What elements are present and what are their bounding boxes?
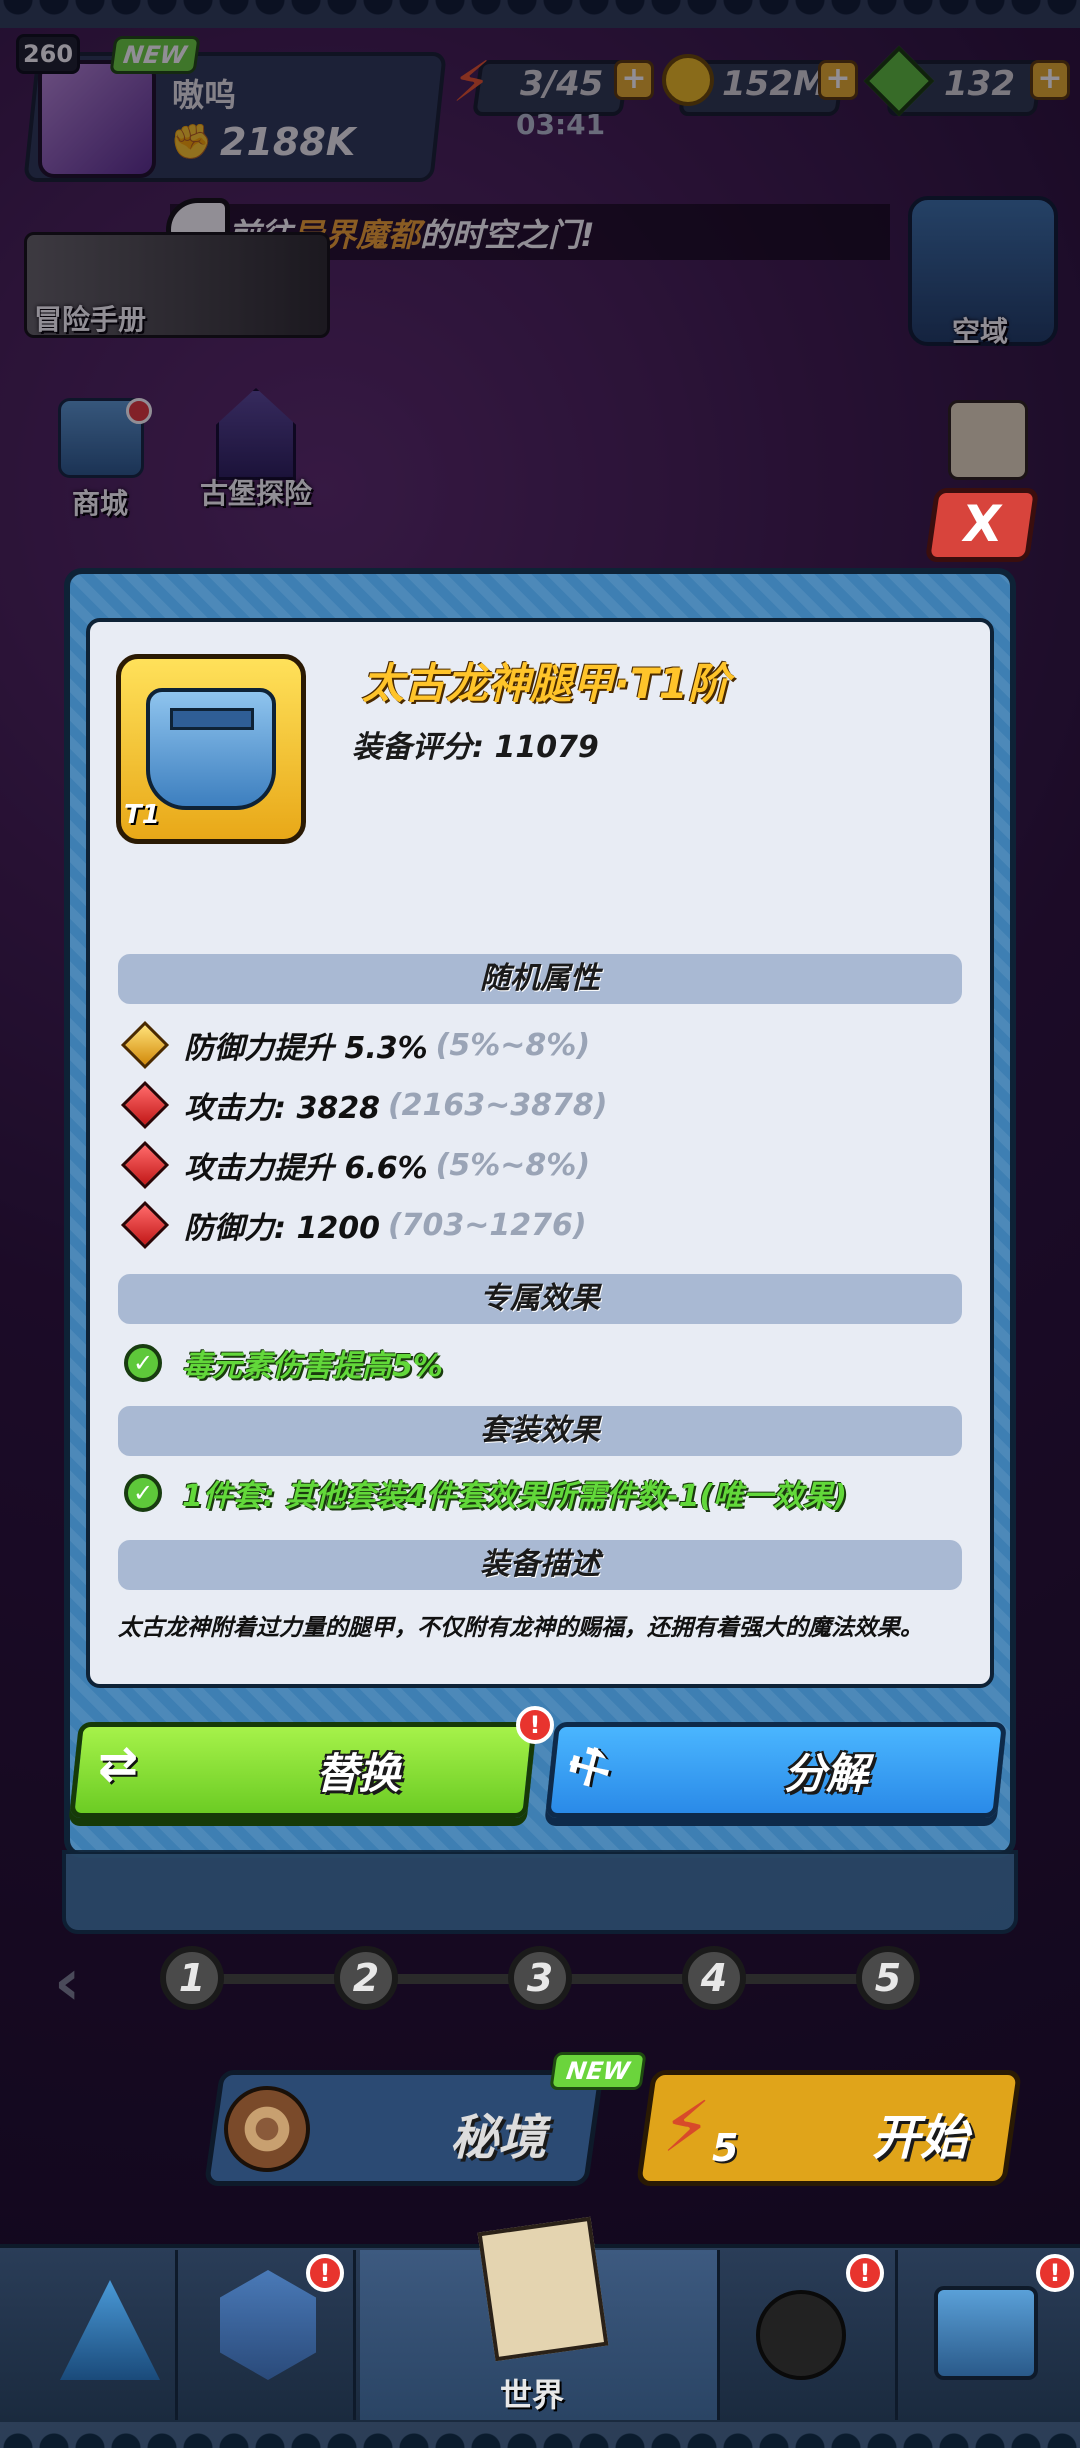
stat-row: 攻击力: 3828 (2163~3878) (120, 1080, 608, 1130)
stage-node-5[interactable]: 5 (856, 1946, 920, 2010)
target-icon (224, 2086, 310, 2172)
stat-row: 攻击力提升 6.6% (5%~8%) (120, 1140, 591, 1190)
start-energy-cost: 5 (712, 2126, 739, 2170)
item-name: 太古龙神腿甲·T1阶 (362, 659, 730, 708)
character-icon (756, 2290, 846, 2380)
red-gem-icon (120, 1080, 170, 1130)
world-map-icon (477, 2216, 609, 2362)
exclusive-effect-row: ✓ 毒元素伤害提高5% (122, 1338, 443, 1388)
stage-node-2[interactable]: 2 (334, 1946, 398, 2010)
set-effect-row: ✓ 1件套: 其他套装4件套效果所需件数-1(唯一效果) (122, 1468, 847, 1518)
red-gem-icon (120, 1140, 170, 1190)
energy-bolt-icon: ⚡ (662, 2086, 712, 2168)
stat-main: 防御力提升 5.3% (184, 1031, 428, 1066)
nav-world-label: 世界 (500, 2376, 565, 2414)
check-icon: ✓ (124, 1474, 162, 1512)
replace-button[interactable] (68, 1722, 538, 1818)
item-score: 装备评分: 11079 (352, 730, 599, 765)
description-header: 装备描述 (118, 1540, 962, 1590)
chevron-left-icon[interactable]: ‹ (54, 1946, 80, 2020)
decompose-button-label: 分解 (784, 1749, 869, 1798)
stat-main: 攻击力提升 6.6% (184, 1151, 428, 1186)
lower-panel (62, 1850, 1018, 1934)
item-description: 太古龙神附着过力量的腿甲，不仅附有龙神的赐福，还拥有着强大的魔法效果。 (118, 1615, 923, 1641)
replace-alert-badge: ! (516, 1706, 554, 1744)
item-tier-tag: T1 (124, 800, 160, 830)
red-gem-icon (120, 1200, 170, 1250)
secret-realm-label: 秘境 (450, 2110, 547, 2166)
stat-range: (2163~3878) (387, 1087, 608, 1123)
stat-range: (5%~8%) (435, 1027, 591, 1063)
secret-realm-new-tag: NEW (549, 2052, 647, 2090)
nav-alert-badge: ! (306, 2254, 344, 2292)
close-button[interactable]: X (924, 488, 1040, 562)
set-effect-text: 1件套: 其他套装4件套效果所需件数-1(唯一效果) (182, 1479, 847, 1514)
stage-node-3[interactable]: 3 (508, 1946, 572, 2010)
stat-main: 防御力: 1200 (184, 1211, 380, 1246)
set-effect-header: 套装效果 (118, 1406, 962, 1456)
stage-node-4[interactable]: 4 (682, 1946, 746, 2010)
stat-range: (5%~8%) (435, 1147, 591, 1183)
swap-icon: ⇄ (98, 1736, 139, 1792)
armor-belt-icon (170, 708, 254, 730)
stat-range: (703~1276) (387, 1207, 587, 1243)
random-attrs-header: 随机属性 (118, 954, 962, 1004)
stat-row: 防御力: 1200 (703~1276) (120, 1200, 587, 1250)
bottom-border (0, 2422, 1080, 2448)
guild-icon (934, 2286, 1038, 2380)
stat-main: 攻击力: 3828 (184, 1091, 380, 1126)
nav-alert-badge: ! (1036, 2254, 1074, 2292)
replace-button-label: 替换 (316, 1749, 401, 1798)
stage-node-1[interactable]: 1 (160, 1946, 224, 2010)
check-icon: ✓ (124, 1344, 162, 1382)
nav-alert-badge: ! (846, 2254, 884, 2292)
start-label: 开始 (872, 2110, 969, 2166)
stat-row: 防御力提升 5.3% (5%~8%) (120, 1020, 591, 1070)
exclusive-effect-text: 毒元素伤害提高5% (182, 1349, 443, 1384)
exclusive-effect-header: 专属效果 (118, 1274, 962, 1324)
leg-armor-icon (146, 688, 276, 810)
gold-gem-icon (120, 1020, 170, 1070)
